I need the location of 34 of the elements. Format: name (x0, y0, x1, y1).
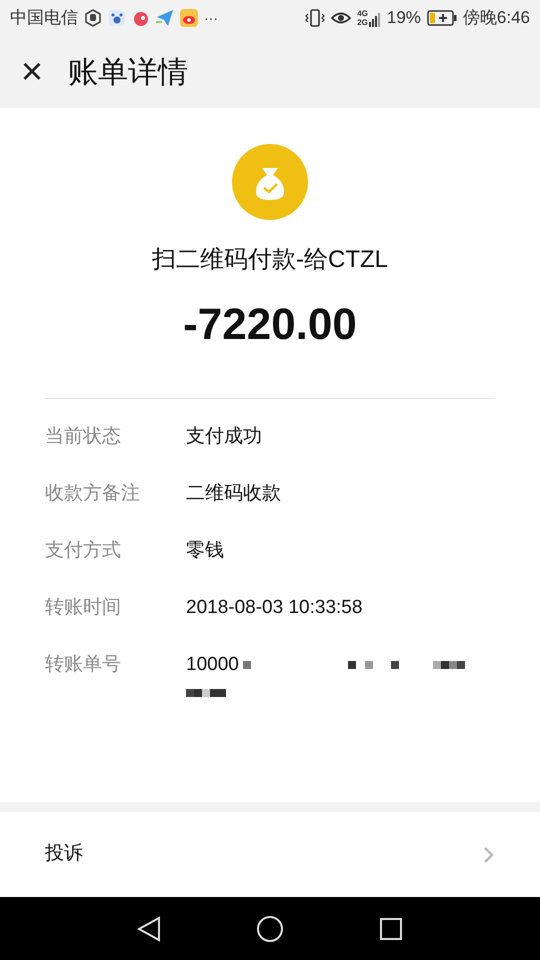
payment-amount: -7220.00 (183, 299, 357, 351)
clock: 傍晚6:46 (462, 7, 530, 30)
paw-icon (108, 9, 126, 27)
eye-icon (331, 10, 352, 26)
signal-icon (368, 11, 381, 27)
field-label: 转账单号 (45, 653, 122, 677)
field-label: 收款方备注 (45, 482, 141, 506)
vibrate-icon (305, 9, 326, 27)
back-icon[interactable] (137, 916, 162, 942)
payment-description: 扫二维码付款-给CTZL (152, 245, 388, 275)
network-label: 4G (357, 9, 368, 18)
home-icon[interactable] (256, 914, 284, 942)
network-label: 2G (357, 18, 368, 27)
close-button[interactable]: × (18, 52, 46, 92)
field-value: 10000 (186, 653, 239, 677)
app-icon (84, 9, 102, 27)
field-value: 2018-08-03 10:33:58 (186, 596, 362, 620)
field-label: 支付方式 (45, 539, 122, 563)
money-bag-icon (232, 144, 308, 220)
eye-logo-icon (180, 9, 198, 27)
field-label: 转账时间 (45, 596, 122, 620)
more-indicator: ··· (204, 8, 218, 28)
recents-icon[interactable] (378, 916, 403, 940)
chevron-right-icon (483, 846, 495, 864)
field-value: 二维码收款 (186, 482, 281, 506)
battery-charging-icon (426, 10, 457, 26)
menu-row[interactable]: 投诉 (0, 812, 540, 897)
page-title: 账单详情 (68, 54, 188, 90)
field-value: 零钱 (186, 539, 224, 563)
paper-plane-icon (156, 9, 174, 27)
field-label: 当前状态 (45, 425, 122, 449)
carrier-name: 中国电信 (10, 7, 78, 30)
field-value: 支付成功 (186, 425, 262, 449)
battery-percent: 19% (386, 7, 421, 30)
